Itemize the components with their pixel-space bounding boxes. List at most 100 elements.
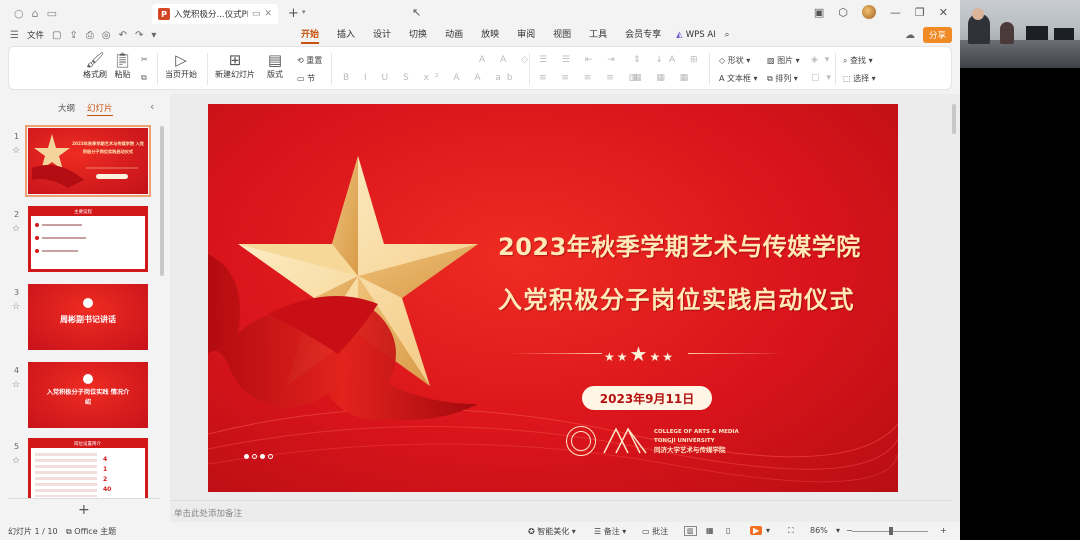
tab-monitor-icon[interactable]: ▭: [252, 9, 261, 19]
slideshow-dropdown-icon[interactable]: ▾: [766, 526, 770, 535]
tab-animation[interactable]: 动画: [436, 26, 472, 44]
thumb-5-stats: 4 1 2 40: [103, 455, 111, 495]
export-icon[interactable]: ⇪: [69, 30, 77, 41]
tab-slides[interactable]: 幻灯片: [87, 102, 113, 116]
notes-toggle-button[interactable]: ☰ 备注 ▾: [594, 526, 626, 537]
close-tab-icon[interactable]: ✕: [264, 9, 272, 19]
undo-icon[interactable]: ↶: [119, 30, 127, 41]
textbox-button[interactable]: A 文本框 ▾: [719, 73, 758, 84]
layout-label: 版式: [267, 70, 283, 79]
reset-button[interactable]: ⟲ 重置: [297, 55, 322, 66]
star-icon[interactable]: ☆: [12, 380, 20, 390]
cube-icon[interactable]: ⬡: [838, 6, 848, 19]
normal-view-icon[interactable]: ▥: [684, 526, 697, 536]
text-dir-group-disabled: ▦ ▦ ▦: [633, 73, 695, 83]
section-button[interactable]: ▭ 节: [297, 73, 315, 84]
tab-review[interactable]: 审阅: [508, 26, 544, 44]
tab-view[interactable]: 视图: [544, 26, 580, 44]
tab-member[interactable]: 会员专享: [616, 26, 670, 44]
reading-view-icon[interactable]: ▯: [726, 526, 730, 535]
tab-design[interactable]: 设计: [364, 26, 400, 44]
find-button[interactable]: ⌕ 查找 ▾: [843, 55, 873, 66]
star-icon[interactable]: ☆: [12, 146, 20, 156]
wps-ai-button[interactable]: ◭ WPS AI ⌕: [676, 30, 729, 40]
new-tab-button[interactable]: +: [288, 6, 299, 21]
picture-label: 图片: [777, 56, 794, 65]
play-current-button[interactable]: ▷ 当页开始: [165, 51, 197, 80]
current-slide[interactable]: 2023年秋季学期艺术与传媒学院 入党积极分子岗位实践启动仪式 ★★★★★ 20…: [208, 104, 898, 492]
layout-button[interactable]: ▤ 版式: [267, 51, 283, 80]
list-group-disabled: ☰ ☰ ⇤ ⇥: [539, 55, 621, 65]
fit-window-icon[interactable]: ⛶: [788, 526, 794, 536]
picture-button[interactable]: ▨ 图片 ▾: [767, 55, 800, 66]
cloud-icon[interactable]: ☁: [905, 30, 915, 41]
tab-outline[interactable]: 大纲: [58, 102, 75, 116]
slide-thumbnail-3[interactable]: 周彬副书记讲话: [28, 284, 148, 350]
star-icon[interactable]: ☆: [12, 302, 20, 312]
slide-title-line2[interactable]: 入党积极分子岗位实践启动仪式: [498, 280, 855, 315]
zoom-slider-handle[interactable]: [889, 527, 893, 535]
slide-title-line1[interactable]: 2023年秋季学期艺术与传媒学院: [498, 227, 861, 262]
slide-thumbnail-2[interactable]: 主要议程: [28, 206, 148, 272]
fill-icon-disabled: ◈ ▾: [811, 55, 832, 65]
preview-icon[interactable]: ◎: [102, 30, 111, 41]
smart-beautify-button[interactable]: ✪ 智能美化 ▾: [528, 526, 576, 537]
user-avatar[interactable]: [861, 5, 876, 19]
tab-slideshow[interactable]: 放映: [472, 26, 508, 44]
print-icon[interactable]: ⎙: [86, 30, 94, 41]
comments-button[interactable]: ▭ 批注: [642, 526, 668, 537]
slide-thumbnail-5[interactable]: 岗位设置简介 4 1 2 40: [28, 438, 148, 498]
ribbon-separator: [709, 53, 710, 85]
select-button[interactable]: ⬚ 选择 ▾: [843, 73, 876, 84]
event-date-badge[interactable]: 2023年9月11日: [582, 386, 712, 410]
slide-thumbnail-4[interactable]: 入党积极分子岗位实践 情况介绍: [28, 362, 148, 428]
layout-icon: ▤: [267, 51, 283, 69]
save-icon[interactable]: ▢: [52, 30, 61, 41]
cut-icon[interactable]: ✂: [141, 55, 148, 64]
search-icon[interactable]: ⌕: [725, 30, 730, 40]
notes-area[interactable]: 单击此处添加备注: [170, 500, 952, 522]
arrange-button[interactable]: ⧉ 排列 ▾: [767, 73, 798, 84]
notes-toggle-label: 备注: [603, 527, 620, 536]
tab-home[interactable]: 开始: [292, 26, 328, 44]
close-window-icon[interactable]: ✕: [939, 6, 948, 19]
slide-thumbnail-1[interactable]: 2023年秋季学期艺术与传媒学院 入党积极分子岗位实践启动仪式: [25, 125, 151, 197]
share-button[interactable]: 分享: [922, 27, 952, 43]
shape-button[interactable]: ◇ 形状 ▾: [719, 55, 750, 66]
thumbnail-scrollbar[interactable]: [160, 126, 164, 276]
restore-icon[interactable]: ❐: [915, 6, 925, 19]
more-dropdown-icon[interactable]: ▾: [151, 30, 156, 41]
star-icon[interactable]: ☆: [12, 224, 20, 234]
add-slide-button[interactable]: +: [78, 502, 90, 518]
new-slide-button[interactable]: ⊞ 新建幻灯片: [215, 51, 255, 80]
layout-icon[interactable]: ▣: [814, 6, 824, 19]
copy-icon[interactable]: ⧉: [141, 73, 147, 83]
minimize-icon[interactable]: —: [890, 6, 901, 19]
file-menu[interactable]: 文件: [27, 29, 44, 41]
docs-icon[interactable]: ▭: [47, 7, 57, 20]
tab-tools[interactable]: 工具: [580, 26, 616, 44]
format-painter-button[interactable]: 🖌︎ 格式刷: [83, 51, 107, 80]
new-tab-dropdown-icon[interactable]: ▾: [302, 8, 306, 16]
document-tab[interactable]: P 入党积极分...仪式PPT ▭ ✕: [152, 4, 278, 24]
slideshow-play-icon[interactable]: ▶: [750, 526, 763, 535]
status-bar: 幻灯片 1 / 10 ⧉ Office 主题 ✪ 智能美化 ▾ ☰ 备注 ▾ ▭…: [0, 522, 960, 540]
window-menu-icon[interactable]: ○: [14, 7, 24, 20]
theme-indicator[interactable]: ⧉ Office 主题: [66, 526, 116, 537]
document-tab-title: 入党积极分...仪式PPT: [174, 10, 248, 20]
hamburger-icon[interactable]: ☰: [10, 30, 19, 41]
star-icon[interactable]: ☆: [12, 456, 20, 466]
emblem-icon: [83, 374, 93, 384]
thumb-number: 1: [14, 132, 20, 141]
zoom-level[interactable]: 86%: [810, 526, 828, 535]
redo-icon[interactable]: ↷: [135, 30, 143, 41]
zoom-dropdown-icon[interactable]: ▾: [836, 526, 840, 535]
grid-view-icon[interactable]: ▦: [706, 526, 714, 535]
zoom-in-icon[interactable]: +: [940, 526, 947, 535]
collapse-panel-icon[interactable]: ‹: [150, 100, 154, 113]
paste-button[interactable]: 📋︎ 粘贴: [113, 51, 132, 80]
canvas-scrollbar[interactable]: [952, 104, 956, 134]
home-icon[interactable]: ⌂: [32, 7, 39, 20]
tab-transition[interactable]: 切换: [400, 26, 436, 44]
tab-insert[interactable]: 插入: [328, 26, 364, 44]
